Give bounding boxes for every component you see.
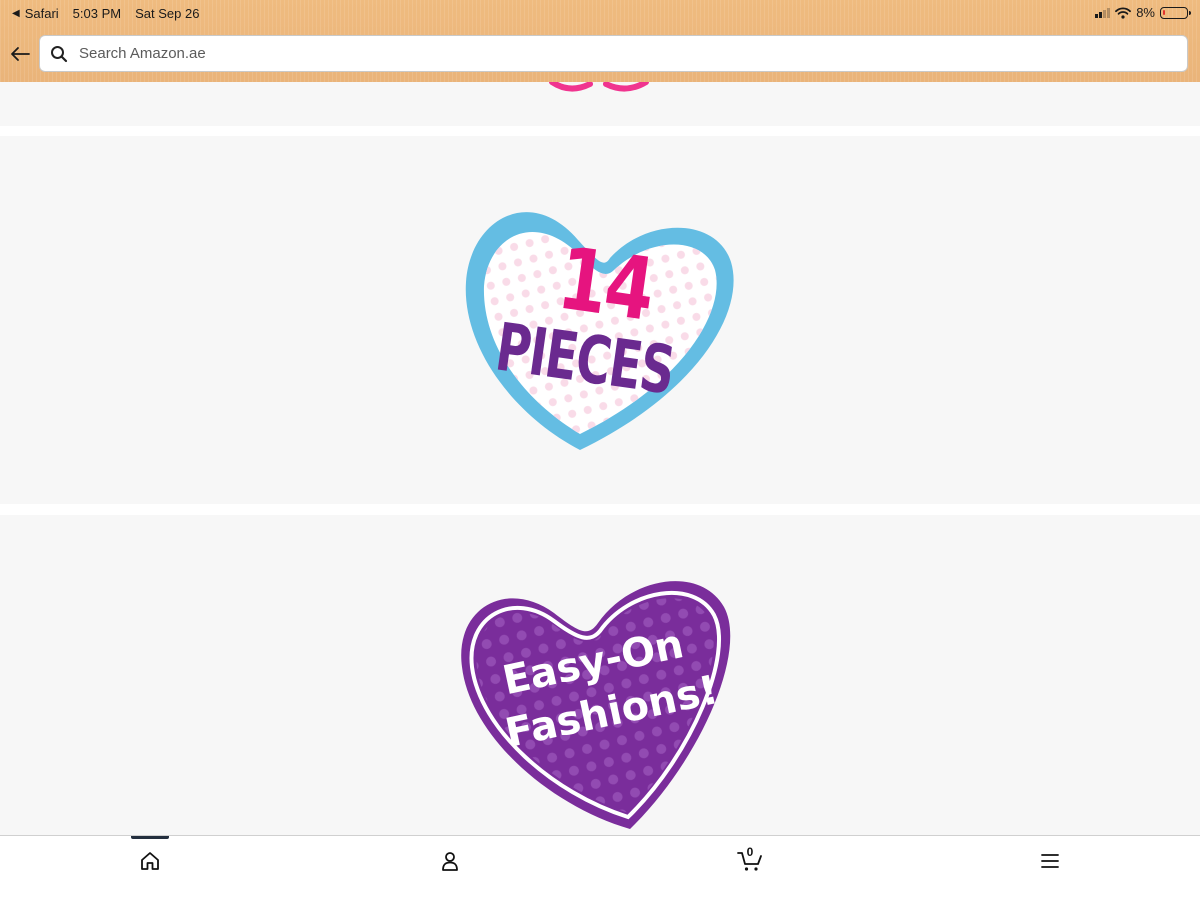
arrow-left-icon: [11, 47, 30, 61]
easy-on-fashions-heart-graphic: Easy-On Fashions!: [461, 581, 731, 829]
account-icon: [442, 852, 458, 871]
tab-home[interactable]: [120, 836, 180, 886]
tab-account[interactable]: [420, 836, 480, 886]
back-to-app-label[interactable]: Safari: [25, 6, 59, 21]
search-icon: [51, 45, 68, 62]
search-bar[interactable]: [39, 35, 1188, 72]
bottom-tab-bar: 0: [0, 835, 1200, 901]
tab-menu[interactable]: [1020, 836, 1080, 886]
pink-heart-graphic-partial: [549, 82, 649, 92]
product-image-panel-2: 14 PIECES: [0, 136, 1200, 504]
back-to-app-icon[interactable]: ◀: [12, 8, 20, 19]
wifi-icon: [1115, 6, 1132, 19]
status-bar-left: ◀ Safari 5:03 PM Sat Sep 26: [12, 6, 199, 21]
battery-percent: 8%: [1136, 5, 1155, 20]
pieces-heart-graphic: 14 PIECES: [465, 212, 734, 450]
status-bar-right: 8%: [1095, 5, 1191, 20]
home-icon: [141, 852, 159, 870]
status-date: Sat Sep 26: [135, 6, 200, 21]
status-time: 5:03 PM: [72, 6, 122, 21]
search-input[interactable]: [77, 44, 1161, 63]
battery-icon: [1160, 6, 1191, 19]
product-image-panel-3: Easy-On Fashions!: [0, 515, 1200, 835]
top-bar: ◀ Safari 5:03 PM Sat Sep 26 8%: [0, 0, 1200, 82]
cellular-signal-icon: [1095, 7, 1111, 18]
cart-count-badge: 0: [746, 845, 754, 859]
back-button[interactable]: [9, 44, 31, 64]
battery-level-fill: [1163, 9, 1165, 15]
tab-cart[interactable]: 0: [720, 836, 780, 886]
product-image-panel-1: [0, 82, 1200, 126]
menu-icon: [1041, 854, 1059, 868]
